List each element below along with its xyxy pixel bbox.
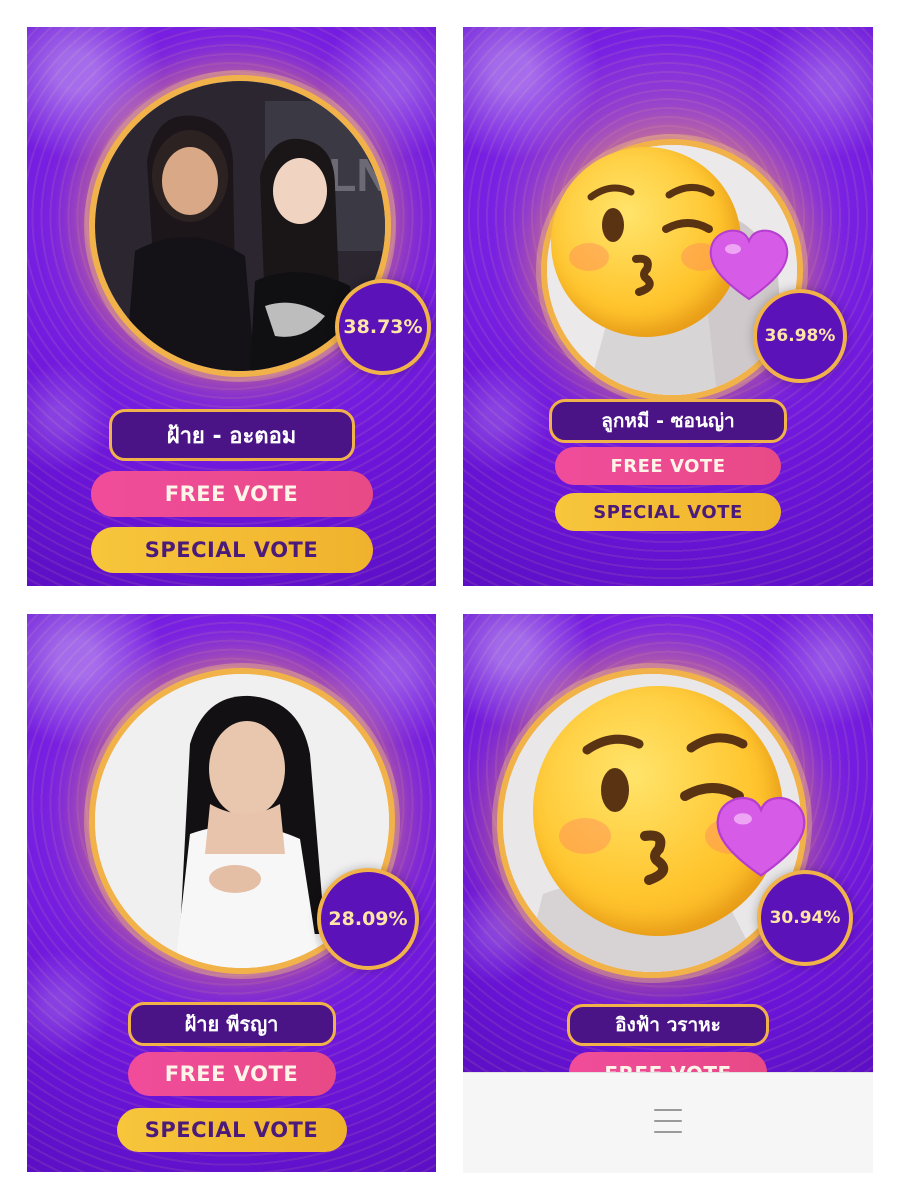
hamburger-menu-icon[interactable] — [654, 1109, 682, 1133]
candidate-name-pill: อิงฟ้า วราหะ — [567, 1004, 769, 1046]
vote-percentage-text: 38.73% — [343, 316, 423, 338]
special-vote-button[interactable]: SPECIAL VOTE — [555, 493, 781, 531]
candidate-name: ฝ้าย พีรญา — [184, 1012, 279, 1036]
candidate-card-4: 30.94% อิงฟ้า วราหะ FREE VOTE — [463, 614, 873, 1072]
candidate-name: ลูกหมี - ซอนญ่า — [601, 410, 735, 432]
special-vote-label: SPECIAL VOTE — [593, 501, 743, 523]
free-vote-button[interactable]: FREE VOTE — [555, 447, 781, 485]
bottom-bar — [463, 1072, 873, 1173]
candidate-card-3: 28.09% ฝ้าย พีรญา FREE VOTE SPECIAL VOTE — [27, 614, 436, 1172]
candidate-name-pill: ฝ้าย - อะตอม — [108, 409, 355, 461]
vote-percentage-text: 30.94% — [769, 908, 841, 928]
special-vote-button[interactable]: SPECIAL VOTE — [116, 1108, 347, 1152]
special-vote-label: SPECIAL VOTE — [144, 1118, 319, 1142]
vote-percentage-badge: 30.94% — [757, 870, 853, 966]
free-vote-label: FREE VOTE — [164, 1062, 299, 1086]
vote-percentage-badge: 36.98% — [753, 289, 847, 383]
purple-heart-icon — [713, 794, 809, 880]
candidate-card-1: KLN 38.73% ฝ้าย - อะตอม FREE VOTE SPECIA… — [27, 27, 436, 586]
candidate-name: อิงฟ้า วราหะ — [615, 1014, 721, 1036]
free-vote-button[interactable]: FREE VOTE — [569, 1052, 767, 1072]
special-vote-label: SPECIAL VOTE — [144, 538, 319, 562]
candidate-name-pill: ลูกหมี - ซอนญ่า — [549, 399, 787, 443]
free-vote-label: FREE VOTE — [610, 455, 726, 477]
vote-percentage-text: 28.09% — [328, 908, 408, 930]
candidate-name-pill: ฝ้าย พีรญา — [127, 1002, 336, 1046]
free-vote-label: FREE VOTE — [604, 1062, 731, 1072]
candidate-card-2: 36.98% ลูกหมี - ซอนญ่า FREE VOTE SPECIAL… — [463, 27, 873, 586]
candidate-name: ฝ้าย - อะตอม — [166, 423, 297, 449]
free-vote-button[interactable]: FREE VOTE — [90, 471, 373, 517]
free-vote-button[interactable]: FREE VOTE — [127, 1052, 336, 1096]
vote-percentage-badge: 38.73% — [335, 279, 431, 375]
vote-percentage-text: 36.98% — [764, 326, 836, 346]
special-vote-button[interactable]: SPECIAL VOTE — [90, 527, 373, 573]
vote-percentage-badge: 28.09% — [317, 868, 419, 970]
purple-heart-icon — [707, 227, 791, 303]
free-vote-label: FREE VOTE — [164, 482, 299, 506]
